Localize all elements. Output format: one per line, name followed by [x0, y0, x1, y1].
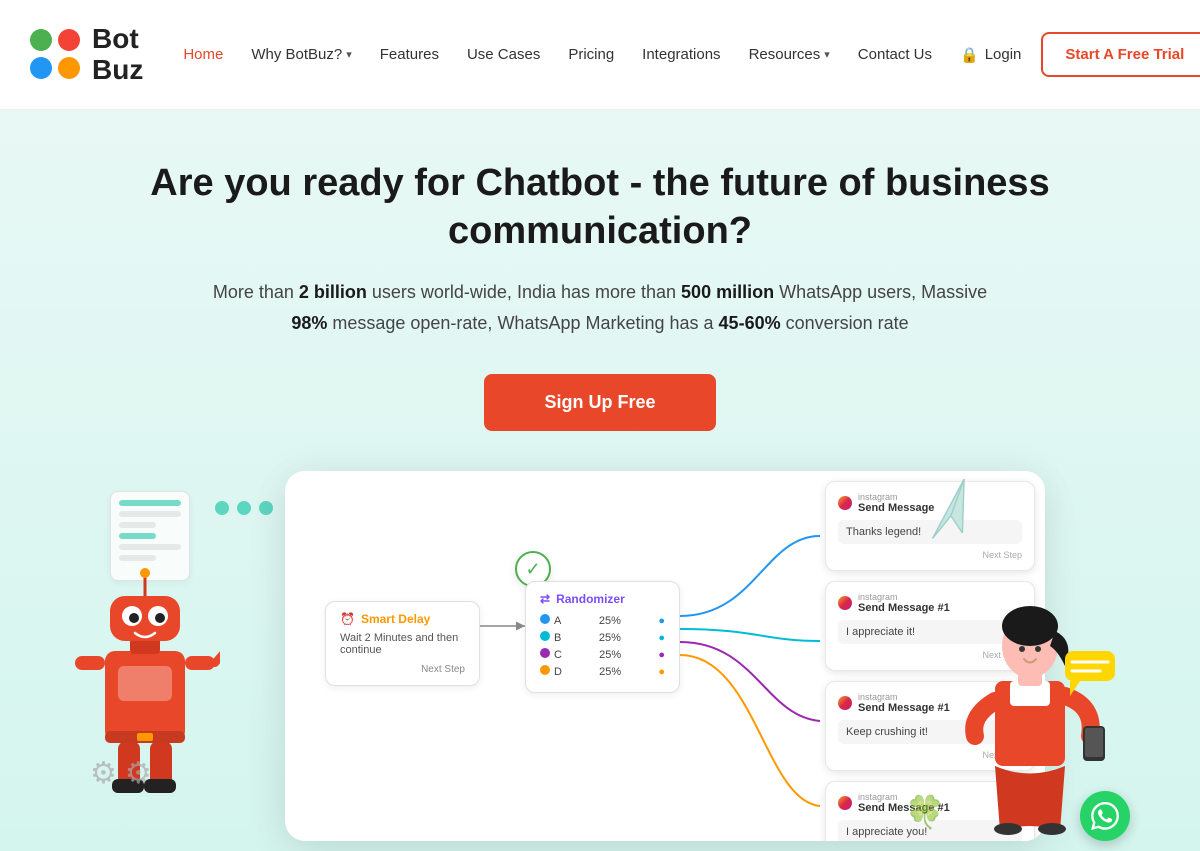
rand-row-b: B 25% ● — [540, 631, 665, 644]
start-trial-button[interactable]: Start A Free Trial — [1041, 32, 1200, 77]
logo-dot-blue — [30, 57, 52, 79]
nav-home[interactable]: Home — [183, 46, 223, 63]
nav-login[interactable]: 🔒 Login — [960, 46, 1021, 64]
logo-dot-red — [58, 29, 80, 51]
header: Bot Buz Home Why BotBuz? ▾ Features Use … — [0, 0, 1200, 110]
gear-icon: ⚙ — [90, 756, 117, 791]
robot-illustration: ⚙ ⚙ — [70, 551, 250, 851]
whatsapp-button[interactable] — [1080, 791, 1130, 841]
msg-title-3: Send Message #1 — [858, 702, 950, 714]
smart-delay-header: ⏰ Smart Delay — [340, 612, 465, 626]
hero-title: Are you ready for Chatbot - the future o… — [100, 160, 1100, 255]
chevron-down-icon: ▾ — [824, 48, 830, 61]
logo-dot-green — [30, 29, 52, 51]
instagram-icon — [838, 496, 852, 510]
signup-button[interactable]: Sign Up Free — [484, 374, 715, 431]
rand-row-d: D 25% ● — [540, 665, 665, 678]
rand-row-c: C 25% ● — [540, 648, 665, 661]
chevron-down-icon: ▾ — [346, 48, 352, 61]
instagram-icon-3 — [838, 696, 852, 710]
nav-resources[interactable]: Resources ▾ — [749, 46, 830, 63]
whatsapp-icon — [1091, 802, 1119, 830]
msg-platform-2: instagram — [858, 592, 950, 602]
rand-row-a: A 25% ● — [540, 614, 665, 627]
logo-text: Bot Buz — [92, 24, 143, 86]
nav-contact[interactable]: Contact Us — [858, 46, 932, 63]
instagram-icon-2 — [838, 596, 852, 610]
nav-integrations[interactable]: Integrations — [642, 46, 720, 63]
gear-group: ⚙ ⚙ — [90, 756, 152, 791]
msg-title-2: Send Message #1 — [858, 602, 950, 614]
logo[interactable]: Bot Buz — [30, 24, 143, 86]
msg-platform-3: instagram — [858, 692, 950, 702]
instagram-icon-4 — [838, 796, 852, 810]
logo-dots — [30, 29, 82, 81]
smart-delay-body: Wait 2 Minutes and then continue — [340, 632, 465, 656]
dots-decoration — [215, 501, 273, 515]
nav-usecases[interactable]: Use Cases — [467, 46, 540, 63]
randomizer-block: ⇄ Randomizer A 25% ● B 25% ● C 25% ● — [525, 581, 680, 693]
gear-icon-2: ⚙ — [125, 756, 152, 791]
main-nav: Home Why BotBuz? ▾ Features Use Cases Pr… — [183, 46, 1021, 64]
clock-icon: ⏰ — [340, 612, 355, 626]
dashboard-area: ⚙ ⚙ ✓ ⏰ Smart Delay Wait 2 Minutes and t… — [60, 471, 1140, 851]
shuffle-icon: ⇄ — [540, 592, 550, 606]
nav-whybotbuz[interactable]: Why BotBuz? ▾ — [251, 46, 351, 63]
lock-icon: 🔒 — [960, 46, 979, 64]
smart-delay-footer: Next Step — [340, 664, 465, 675]
nav-features[interactable]: Features — [380, 46, 439, 63]
nav-pricing[interactable]: Pricing — [568, 46, 614, 63]
randomizer-header: ⇄ Randomizer — [540, 592, 665, 606]
hero-subtitle: More than 2 billion users world-wide, In… — [210, 277, 990, 338]
hero-section: Are you ready for Chatbot - the future o… — [0, 110, 1200, 851]
logo-dot-orange — [58, 57, 80, 79]
smart-delay-block: ⏰ Smart Delay Wait 2 Minutes and then co… — [325, 601, 480, 686]
